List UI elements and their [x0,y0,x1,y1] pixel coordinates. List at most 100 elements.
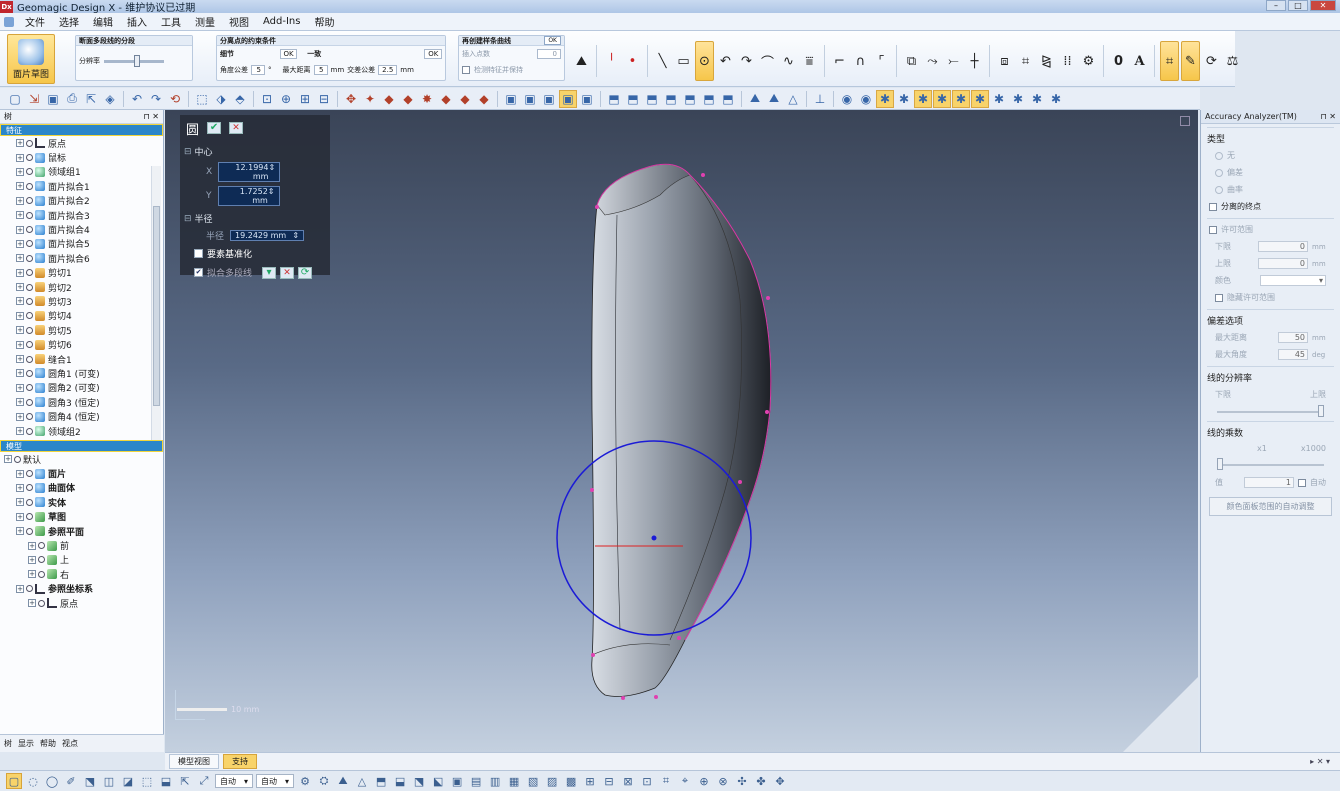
filter-r-icon[interactable]: ⊠ [620,773,636,789]
zoom-in-icon[interactable]: ⊕ [277,90,295,108]
expand-icon[interactable]: + [16,182,24,191]
feature-tree-item[interactable]: + 剪切6 [0,337,163,351]
pin-icon[interactable]: ⊓ ✕ [144,112,160,121]
expand-icon[interactable]: + [28,541,36,550]
convert-icon[interactable]: ⧉ [902,52,921,71]
tab-tree[interactable]: 树 [4,738,12,749]
auto-checkbox[interactable] [1298,478,1306,487]
auto-icon[interactable]: ⟳ [1202,52,1221,71]
mesh-fit-icon[interactable]: ⛰ [572,52,591,71]
arc2-icon[interactable]: ↷ [737,52,756,71]
filter-x-icon[interactable]: ✣ [734,773,750,789]
expand-icon[interactable]: + [16,383,24,392]
print-icon[interactable]: ⎙ [63,90,81,108]
extend-icon[interactable]: ⤚ [944,52,963,71]
cube-icon-4[interactable]: ⬒ [662,90,680,108]
visibility-icon[interactable] [38,556,45,564]
trim-icon[interactable]: ⌐ [830,52,849,71]
tab-display[interactable]: 显示 [18,738,34,749]
visibility-icon[interactable] [38,542,45,550]
smart-dim-icon[interactable]: ✎ [1181,41,1200,81]
feature-tree-item[interactable]: + 领域组1 [0,165,163,179]
select-circle-icon[interactable]: ◌ [25,773,41,789]
shade-icon-4[interactable]: ▣ [559,89,577,108]
filter-icon-1[interactable]: ◉ [838,90,856,108]
arc3-icon[interactable]: ⌒ [758,52,777,71]
cube-icon-1[interactable]: ⬒ [605,90,623,108]
fit-cancel-icon[interactable]: ✕ [280,266,295,279]
visibility-icon[interactable] [26,413,33,421]
tab-nav-icons[interactable]: ▸ ✕ ▾ [1310,757,1330,766]
menu-insert[interactable]: 插入 [120,14,154,29]
normalize-checkbox[interactable] [194,249,203,258]
visibility-icon[interactable] [26,240,33,248]
expand-icon[interactable]: + [16,340,24,349]
expand-icon[interactable]: + [16,254,24,263]
visibility-icon[interactable] [26,384,33,392]
filter-icon-3[interactable]: ✱ [876,89,894,108]
tab-support[interactable]: 支持 [223,754,257,769]
ctrl-pts-input[interactable]: 0 [537,49,561,59]
feature-tree-item[interactable]: + 鼠标 [0,150,163,164]
visibility-icon[interactable] [26,498,33,506]
visibility-icon[interactable] [26,269,33,277]
select-mode1-icon[interactable]: ⬚ [193,90,211,108]
lower-input[interactable]: 0 [1258,241,1308,252]
spline-icon[interactable]: ∿ [779,52,798,71]
expand-icon[interactable]: + [16,268,24,277]
resolution-slider-r[interactable] [1217,405,1324,417]
fit-polyline-checkbox[interactable]: ✔ [194,268,203,277]
expand-icon[interactable]: + [16,369,24,378]
visibility-icon[interactable] [26,226,33,234]
visibility-icon[interactable] [26,484,33,492]
feature-tree-item[interactable]: + 原点 [0,136,163,150]
filter-d-icon[interactable]: △ [354,773,370,789]
visibility-icon[interactable] [26,154,33,162]
filter-icon-10[interactable]: ✱ [1009,90,1027,108]
filter-icon-6[interactable]: ✱ [933,89,951,108]
filter-t-icon[interactable]: ⌗ [658,773,674,789]
expand-icon[interactable]: + [16,584,24,593]
filter-g-icon[interactable]: ⬔ [411,773,427,789]
view-icon-4[interactable]: ◆ [399,90,417,108]
model-tree-item[interactable]: + 上 [0,553,163,567]
visibility-icon[interactable] [26,470,33,478]
detail-ok[interactable]: OK [279,49,298,59]
cube-icon-3[interactable]: ⬒ [643,90,661,108]
pointer-icon[interactable]: ⇱ [177,773,193,789]
expand-icon[interactable]: + [16,283,24,292]
cube-icon-6[interactable]: ⬒ [700,90,718,108]
grid-pattern-icon[interactable]: ⁞⁞ [1058,52,1077,71]
mesh-icon-2[interactable]: ⛰ [765,90,783,108]
mesh-sketch-button[interactable]: 面片草图 [7,34,55,84]
select-mode2-icon[interactable]: ⬗ [212,90,230,108]
expand-icon[interactable]: + [16,326,24,335]
radius-input[interactable]: 19.2429 mm ⇕ [230,230,305,241]
menu-help[interactable]: 帮助 [307,14,341,29]
shade-icon-3[interactable]: ▣ [540,90,558,108]
filter-l-icon[interactable]: ▦ [506,773,522,789]
filter-o-icon[interactable]: ▩ [563,773,579,789]
select-thru-icon[interactable]: ⬓ [158,773,174,789]
feature-tree-item[interactable]: + 面片拟合2 [0,194,163,208]
select-flood-icon[interactable]: ⬔ [82,773,98,789]
menu-view[interactable]: 视图 [222,14,256,29]
visibility-icon[interactable] [26,283,33,291]
expand-icon[interactable]: + [16,297,24,306]
viewport-close-icon[interactable] [1180,116,1190,126]
measure-dist-icon[interactable]: ⤢ [196,773,212,789]
filter-n-icon[interactable]: ▨ [544,773,560,789]
fillet-icon[interactable]: ∩ [851,52,870,71]
expand-icon[interactable]: + [16,498,24,507]
multiplier-slider[interactable] [1217,458,1324,470]
new-icon[interactable]: ▢ [6,90,24,108]
line-red-icon[interactable]: ╵ [602,52,621,71]
tree-scrollbar[interactable] [151,166,161,440]
view-icon-3[interactable]: ◆ [380,90,398,108]
fit-refresh-icon[interactable]: ⟳ [298,266,313,279]
filter-b-icon[interactable]: ⛭ [316,773,332,789]
overlap-input[interactable]: 2.5 [378,65,398,75]
constraint-icon[interactable]: ⌗ [1160,41,1179,81]
model-tree-item[interactable]: + 前 [0,538,163,552]
regen-icon[interactable]: ⟲ [166,90,184,108]
